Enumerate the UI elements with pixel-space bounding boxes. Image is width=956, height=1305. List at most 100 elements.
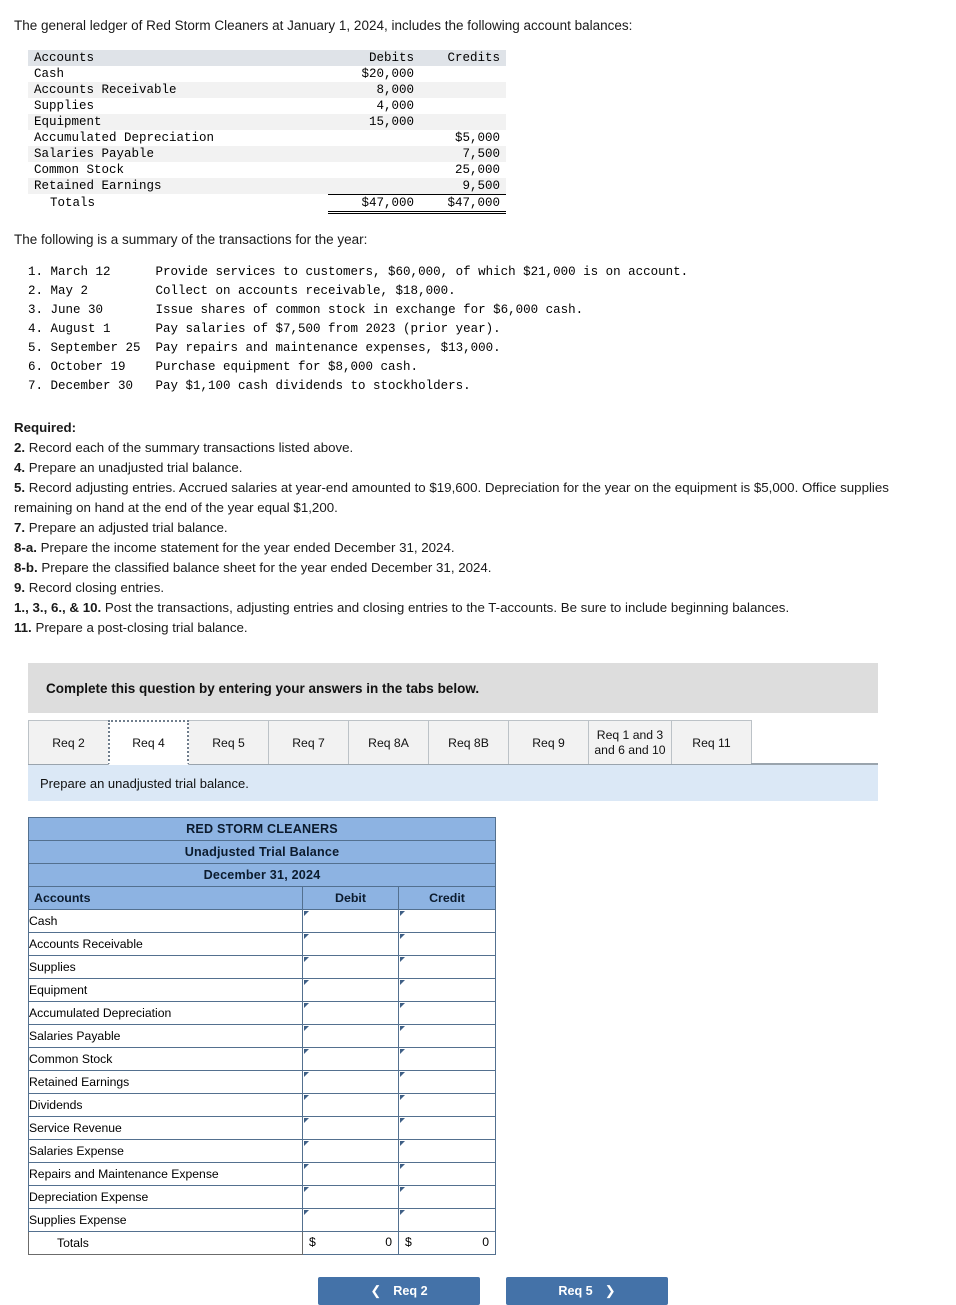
ledger-credit [420, 113, 506, 130]
debit-input-cell[interactable] [302, 1139, 399, 1164]
exercise-page: The general ledger of Red Storm Cleaners… [0, 0, 956, 1305]
credit-input-cell[interactable] [398, 1139, 496, 1164]
ledger-account: Supplies [34, 98, 95, 113]
debit-input-cell[interactable] [302, 932, 399, 957]
tab-req-5[interactable]: Req 5 [188, 720, 269, 765]
ledger-account: Common Stock [34, 162, 125, 177]
tab-label: Req 8B [448, 735, 489, 750]
transaction-item: 6. October 19 Purchase equipment for $8,… [28, 360, 419, 375]
debit-input-cell[interactable] [302, 909, 399, 934]
transactions-list: 1. March 12 Provide services to customer… [28, 263, 942, 396]
tab-label: Req 1 and 3 and 6 and 10 [594, 728, 666, 757]
tab-label: Req 5 [212, 735, 245, 750]
required-item-text: Prepare an unadjusted trial balance. [25, 460, 243, 475]
credit-input-cell[interactable] [398, 1162, 496, 1187]
debit-input-cell[interactable] [302, 1116, 399, 1141]
credit-input-cell[interactable] [398, 978, 496, 1003]
task-text: Prepare an unadjusted trial balance. [40, 775, 249, 791]
worksheet-account-row: Cash [28, 909, 496, 934]
required-item-number: 9. [14, 579, 26, 595]
worksheet-account-row: Supplies [28, 955, 496, 980]
ledger-debit [328, 145, 420, 162]
credit-input-cell[interactable] [398, 1208, 496, 1233]
ledger-row: Common Stock 25,000 [28, 162, 506, 178]
debit-input-cell[interactable] [302, 1047, 399, 1072]
next-requirement-label: Req 5 [558, 1284, 593, 1299]
ledger-debit: 8,000 [328, 81, 420, 98]
ledger-row: Accumulated Depreciation $5,000 [28, 130, 506, 146]
debit-input-cell[interactable] [302, 978, 399, 1003]
worksheet-totals-row: Totals $ 0 $ 0 [28, 1231, 496, 1256]
requirement-tabs[interactable]: Req 2 Req 4 Req 5 Req 7 Req 8A Req 8B Req 9 Req… [28, 720, 878, 766]
required-item-text: Prepare the income statement for the yea… [36, 539, 455, 555]
credit-input-cell[interactable] [398, 1001, 496, 1026]
worksheet-account-label: Depreciation Expense [28, 1185, 303, 1210]
required-item-number: 11. [14, 619, 32, 635]
credit-input-cell[interactable] [398, 955, 496, 980]
required-item: 11. Prepare a post-closing trial balance… [14, 618, 942, 638]
worksheet-statement-row: Unadjusted Trial Balance [28, 840, 496, 865]
worksheet-account-label: Supplies Expense [28, 1208, 303, 1233]
required-item-number: 8-a. [14, 539, 37, 555]
next-requirement-button[interactable]: Req 5 ❯ [506, 1277, 668, 1305]
required-item: 5. Record adjusting entries. Accrued sal… [14, 478, 942, 518]
debit-input-cell[interactable] [302, 1024, 399, 1049]
debit-input-cell[interactable] [302, 955, 399, 980]
transactions-intro: The following is a summary of the transa… [14, 231, 368, 247]
tab-req-7[interactable]: Req 7 [268, 720, 349, 765]
worksheet-account-row: Retained Earnings [28, 1070, 496, 1095]
credit-input-cell[interactable] [398, 1093, 496, 1118]
required-item-number: 5. [14, 479, 26, 495]
ledger-account: Cash [34, 66, 65, 81]
ledger-debit [328, 130, 420, 146]
ledger-row: Supplies 4,000 [28, 98, 506, 114]
worksheet-account-row: Salaries Payable [28, 1024, 496, 1049]
task-banner: Prepare an unadjusted trial balance. [28, 765, 878, 802]
credit-input-cell[interactable] [398, 1185, 496, 1210]
required-item-text: Prepare a post-closing trial balance. [31, 619, 248, 635]
prev-requirement-button[interactable]: ❮ Req 2 [318, 1277, 480, 1305]
debit-input-cell[interactable] [302, 1162, 399, 1187]
tab-req-4[interactable]: Req 4 [108, 720, 189, 766]
transaction-item: 2. May 2 Collect on accounts receivable,… [28, 284, 456, 299]
tab-req-8a[interactable]: Req 8A [348, 720, 429, 765]
intro-paragraph: The general ledger of Red Storm Cleaners… [14, 18, 633, 33]
debit-input-cell[interactable] [302, 1185, 399, 1210]
credit-input-cell[interactable] [398, 932, 496, 957]
ledger-header-accounts: Accounts [28, 49, 328, 66]
required-item-number: 8-b. [14, 559, 38, 575]
credit-input-cell[interactable] [398, 1070, 496, 1095]
debit-input-cell[interactable] [302, 1001, 399, 1026]
tab-req-8b[interactable]: Req 8B [428, 720, 509, 765]
credit-input-cell[interactable] [398, 1116, 496, 1141]
required-item-text: Prepare an adjusted trial balance. [25, 519, 228, 535]
worksheet-account-label: Supplies [28, 955, 303, 980]
debit-input-cell[interactable] [302, 1093, 399, 1118]
worksheet-account-label: Salaries Payable [28, 1024, 303, 1049]
transaction-item: 1. March 12 Provide services to customer… [28, 265, 689, 280]
credit-input-cell[interactable] [398, 909, 496, 934]
tab-req-2[interactable]: Req 2 [28, 720, 109, 765]
worksheet-account-label: Dividends [28, 1093, 303, 1118]
tab-req-1-and-3-and-6-and-10[interactable]: Req 1 and 3 and 6 and 10 [588, 720, 672, 765]
worksheet-statement: Unadjusted Trial Balance [28, 840, 496, 865]
beginning-balances-table: Accounts Debits Credits Cash $20,000 Accou… [28, 49, 506, 214]
tab-label: Req 11 [692, 735, 731, 750]
ledger-credit: 9,500 [420, 177, 506, 195]
ledger-account: Salaries Payable [28, 145, 328, 162]
tab-req-9[interactable]: Req 9 [508, 720, 589, 765]
debit-input-cell[interactable] [302, 1208, 399, 1233]
tab-spacer [751, 720, 878, 765]
tab-req-11[interactable]: Req 11 [671, 720, 752, 765]
ledger-debit: 15,000 [328, 113, 420, 130]
credit-input-cell[interactable] [398, 1047, 496, 1072]
ledger-account: Accounts Receivable [28, 81, 328, 98]
debit-input-cell[interactable] [302, 1070, 399, 1095]
credit-input-cell[interactable] [398, 1024, 496, 1049]
ledger-account: Accumulated Depreciation [34, 130, 215, 145]
tab-label: Req 9 [532, 735, 565, 750]
chevron-left-icon: ❮ [370, 1283, 382, 1299]
worksheet-account-row: Repairs and Maintenance Expense [28, 1162, 496, 1187]
required-item: 8-a. Prepare the income statement for th… [14, 538, 942, 558]
totals-credit-cell: $ 0 [398, 1231, 496, 1256]
